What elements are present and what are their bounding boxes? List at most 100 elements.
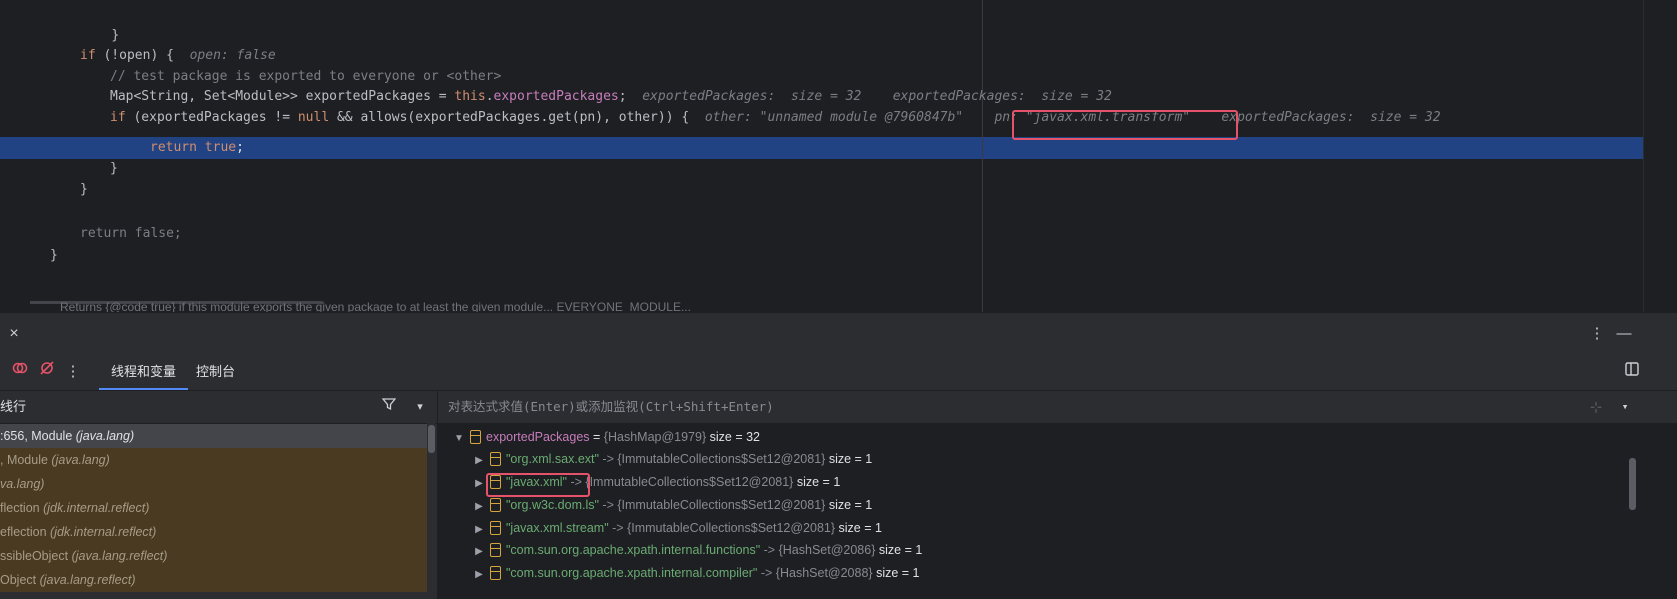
field-icon	[490, 451, 501, 466]
highlight-box-javax-xml	[486, 473, 590, 497]
code-line: Map<String, Set<Module>> exportedPackage…	[110, 86, 1112, 108]
code-line: if (exportedPackages != null && allows(e…	[110, 107, 1441, 129]
variable-type: {ImmutableCollections$Set12@2081}	[617, 498, 826, 512]
map-arrow: ->	[598, 452, 618, 466]
variables-pane: 对表达式求值(Enter)或添加监视(Ctrl+Shift+Enter) ⊹ ▾…	[438, 391, 1677, 599]
mute-breakpoints-icon[interactable]	[35, 360, 59, 384]
filter-icon[interactable]	[377, 395, 401, 419]
frame-row[interactable]: eflection (jdk.internal.reflect)	[0, 520, 427, 544]
layout-settings-icon[interactable]	[1620, 360, 1644, 384]
variable-type: {HashMap@1979}	[603, 430, 707, 444]
variable-value: size = 1	[828, 452, 873, 466]
variable-row[interactable]: ▶ "com.sun.org.apache.xpath.internal.func…	[472, 538, 1662, 562]
editor-scrollbar[interactable]	[1643, 0, 1677, 312]
code-token: return false;	[80, 226, 182, 241]
variable-row[interactable]: ▶ "javax.xml" -> {ImmutableCollections$Se…	[472, 470, 1662, 494]
frame-method: , Module	[0, 453, 52, 467]
field-icon	[490, 497, 501, 512]
variable-name: exportedPackages	[486, 430, 590, 444]
variable-row[interactable]: ▶ "com.sun.org.apache.xpath.internal.comp…	[472, 561, 1662, 585]
frame-method: Object	[0, 573, 40, 587]
variable-row[interactable]: ▶ "org.xml.sax.ext" -> {ImmutableCollecti…	[472, 447, 1662, 471]
chevron-right-icon[interactable]: ▶	[472, 563, 486, 587]
frames-pane: 线行 ▾ :656, Module (java.lang) , Module (…	[0, 391, 438, 599]
map-arrow: ->	[598, 498, 618, 512]
frame-package: (java.lang.reflect)	[39, 573, 136, 587]
variable-value: size = 1	[876, 566, 920, 580]
code-token: Map<String, Set<Module>> exportedPackage…	[110, 89, 455, 104]
more-actions-icon[interactable]: ⋮	[61, 360, 85, 384]
view-breakpoints-icon[interactable]	[8, 360, 32, 384]
close-icon[interactable]: ×	[2, 322, 26, 346]
map-arrow: ->	[760, 543, 779, 557]
map-arrow: ->	[608, 521, 628, 535]
variable-value: size = 32	[709, 430, 761, 444]
variable-row[interactable]: ▶ "org.w3c.dom.ls" -> {ImmutableCollectio…	[472, 493, 1662, 517]
frame-method: ssibleObject	[0, 549, 72, 563]
frame-method: :656, Module	[0, 429, 76, 443]
evaluate-placeholder: 对表达式求值(Enter)或添加监视(Ctrl+Shift+Enter)	[448, 399, 774, 414]
variable-row[interactable]: ▼ exportedPackages = {HashMap@1979} size …	[452, 425, 1642, 449]
add-watch-icon[interactable]: ⊹	[1584, 395, 1608, 419]
frame-package: (java.lang)	[51, 453, 110, 467]
frames-header: 线行 ▾	[0, 391, 437, 424]
doc-comment-peek: Returns {@code true} if this module expo…	[60, 300, 691, 312]
code-comment: // test package is exported to everyone …	[110, 69, 502, 84]
field-icon	[490, 542, 501, 557]
inline-value-hint: other: "unnamed module @7960847b"	[704, 110, 964, 125]
frame-row[interactable]: flection (jdk.internal.reflect)	[0, 496, 427, 520]
field-reference: exportedPackages	[493, 89, 619, 104]
frame-row[interactable]: va.lang)	[0, 472, 427, 496]
chevron-down-icon[interactable]: ▼	[452, 427, 466, 451]
frame-package: va.lang)	[0, 477, 45, 491]
chevron-down-icon[interactable]: ▾	[408, 395, 432, 419]
variable-value: size = 1	[838, 521, 882, 535]
tab-threads-variables[interactable]: 线程和变量	[99, 354, 189, 390]
field-icon	[490, 565, 501, 580]
frame-package: (java.lang)	[75, 429, 135, 443]
field-icon	[470, 429, 481, 444]
debug-tool-window-header: × ⋮ —	[0, 312, 1677, 355]
chevron-down-icon[interactable]: ▾	[1613, 395, 1637, 419]
inline-value-hint: exportedPackages: size = 32	[642, 89, 862, 104]
map-key: "org.w3c.dom.ls"	[506, 498, 599, 512]
map-key: "javax.xml.stream"	[506, 521, 609, 535]
keyword-true: true	[204, 140, 237, 155]
variable-value: size = 1	[828, 498, 873, 512]
thread-selector-label[interactable]: 线行	[0, 399, 26, 414]
code-token: && allows(exportedPackages.get(pn), othe…	[329, 110, 690, 125]
inline-value-hint: exportedPackages: size = 32	[892, 89, 1112, 104]
variable-row[interactable]: ▶ "javax.xml.stream" -> {ImmutableCollect…	[472, 516, 1662, 540]
code-token: ;	[236, 140, 244, 155]
code-line: if (!open) { open: false	[80, 45, 276, 67]
keyword-return: return	[150, 140, 197, 155]
frame-package: (jdk.internal.reflect)	[43, 501, 150, 515]
variable-type: {HashSet@2088}	[775, 566, 873, 580]
more-options-icon[interactable]: ⋮	[1585, 322, 1609, 346]
code-editor[interactable]: } if (!open) { open: false // test packa…	[0, 0, 1677, 312]
frames-scroll-thumb[interactable]	[428, 425, 435, 453]
code-token: (!open) {	[95, 48, 174, 63]
frame-row[interactable]: Object (java.lang.reflect)	[0, 568, 427, 592]
frame-row[interactable]: , Module (java.lang)	[0, 448, 427, 472]
keyword-if: if	[80, 48, 96, 63]
evaluate-expression-field[interactable]: 对表达式求值(Enter)或添加监视(Ctrl+Shift+Enter) ⊹ ▾	[438, 391, 1677, 424]
code-token: ;	[618, 89, 627, 104]
tab-console[interactable]: 控制台	[184, 354, 247, 390]
frame-row[interactable]: ssibleObject (java.lang.reflect)	[0, 544, 427, 568]
variable-type: {ImmutableCollections$Set12@2081}	[585, 475, 794, 489]
map-key: "com.sun.org.apache.xpath.internal.funct…	[506, 543, 761, 557]
frame-row[interactable]: :656, Module (java.lang)	[0, 424, 427, 448]
debug-tab-bar: ⋮ 线程和变量 控制台	[0, 354, 1677, 391]
keyword-null: null	[297, 110, 330, 125]
variables-scroll-thumb[interactable]	[1629, 458, 1636, 510]
frame-package: (java.lang.reflect)	[71, 549, 168, 563]
code-line: }	[80, 179, 88, 201]
code-token: .	[485, 89, 494, 104]
inline-value-hint: exportedPackages: size = 32	[1221, 110, 1441, 125]
variable-equals: =	[589, 430, 604, 444]
variable-value: size = 1	[878, 543, 923, 557]
minimize-icon[interactable]: —	[1612, 322, 1636, 346]
execution-point-marker	[0, 137, 20, 159]
keyword-if: if	[110, 110, 126, 125]
